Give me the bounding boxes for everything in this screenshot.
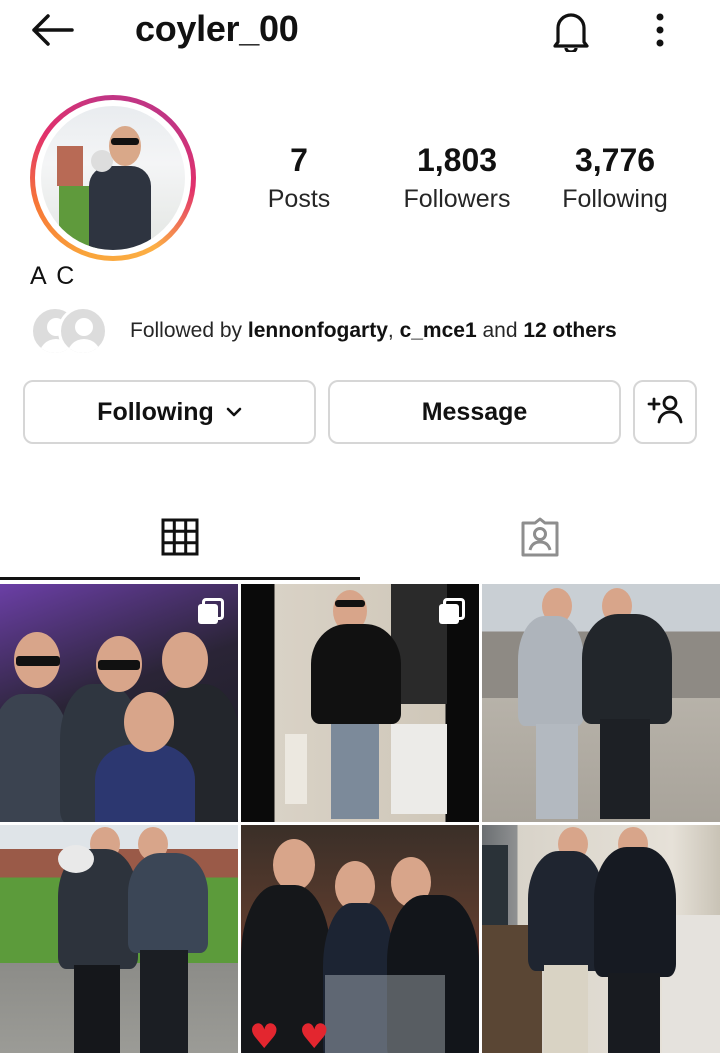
post-thumbnail[interactable]	[0, 584, 238, 822]
grid-icon	[161, 518, 199, 561]
message-button[interactable]: Message	[328, 380, 621, 444]
followed-by-text: Followed by lennonfogarty, c_mce1 and 12…	[130, 319, 617, 342]
post-thumbnail[interactable]	[482, 584, 720, 822]
post-thumbnail[interactable]	[241, 584, 479, 822]
post-thumbnail[interactable]	[0, 825, 238, 1053]
add-user-icon	[647, 394, 683, 431]
multiple-posts-icon	[198, 598, 224, 624]
chevron-down-icon	[226, 407, 242, 417]
tagged-icon	[519, 517, 561, 562]
message-button-label: Message	[421, 397, 528, 426]
followed-by-others: 12 others	[523, 319, 617, 342]
active-tab-indicator	[0, 577, 360, 580]
following-label: Following	[562, 185, 668, 213]
followers-label: Followers	[403, 185, 511, 213]
followed-by-user: c_mce1	[399, 319, 477, 342]
kebab-menu-icon[interactable]	[640, 6, 680, 54]
followers-count: 1,803	[416, 142, 498, 178]
multiple-posts-icon	[439, 598, 465, 624]
avatar-photo	[41, 106, 185, 250]
following-count: 3,776	[574, 142, 656, 178]
tab-tagged[interactable]	[360, 500, 720, 578]
top-bar: coyler_00	[0, 0, 720, 60]
tab-grid[interactable]	[0, 500, 360, 578]
profile-tabs	[0, 500, 720, 580]
profile-username: coyler_00	[135, 8, 299, 49]
posts-count: 7	[290, 142, 308, 178]
posts-stat[interactable]: 7 Posts	[224, 142, 374, 214]
posts-label: Posts	[267, 185, 331, 213]
post-thumbnail[interactable]: ♥ ♥	[241, 825, 479, 1053]
profile-avatar[interactable]	[30, 95, 196, 261]
back-arrow-icon[interactable]	[28, 8, 76, 52]
followed-by-row[interactable]: Followed by lennonfogarty, c_mce1 and 12…	[30, 306, 700, 356]
profile-full-name: A C	[30, 262, 77, 290]
followed-by-user: lennonfogarty	[247, 319, 388, 342]
following-button[interactable]: Following	[23, 380, 316, 444]
post-thumbnail[interactable]	[482, 825, 720, 1053]
bell-icon[interactable]	[545, 6, 597, 54]
following-stat[interactable]: 3,776 Following	[540, 142, 690, 214]
follower-avatar	[58, 306, 108, 356]
followers-stat[interactable]: 1,803 Followers	[382, 142, 532, 214]
add-user-button[interactable]	[633, 380, 697, 444]
following-button-label: Following	[97, 397, 214, 426]
